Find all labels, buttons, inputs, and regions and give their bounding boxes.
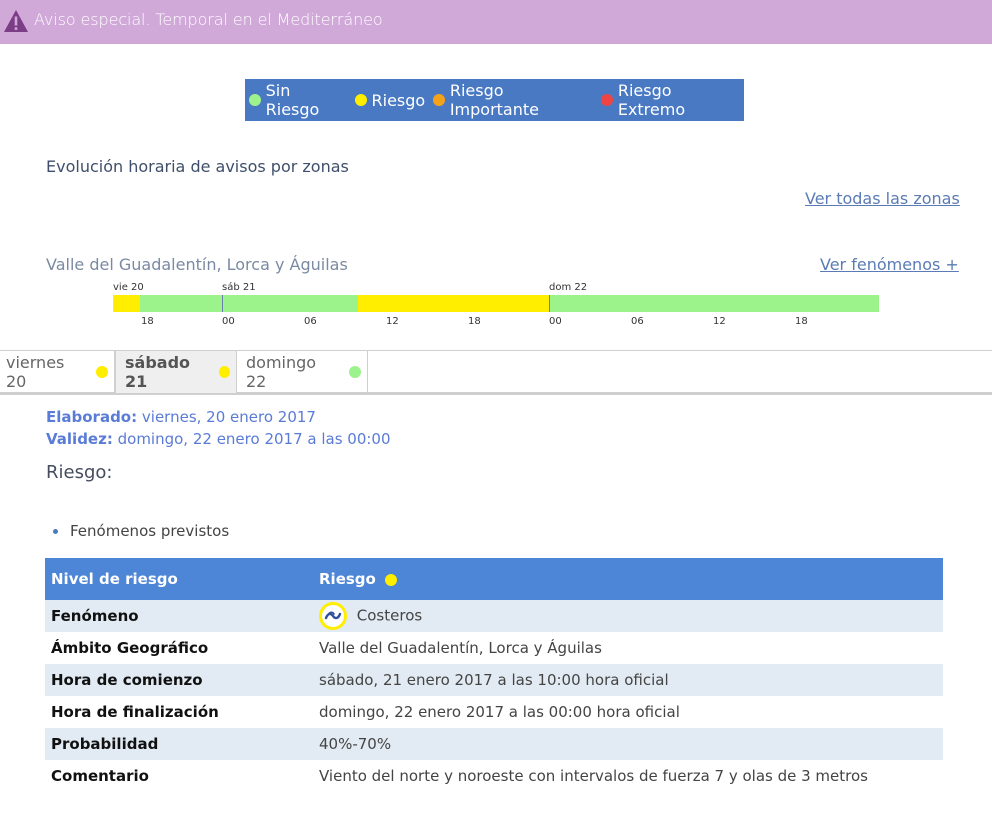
header-key: Nivel de riesgo [45, 558, 313, 600]
timeline-day-label: vie 20 [113, 282, 144, 293]
timeline-hour-tick: 12 [386, 316, 399, 327]
warning-banner: Aviso especial. Temporal en el Mediterrá… [0, 0, 992, 44]
hourly-timeline: vie 20 sáb 21 dom 22 18 00 06 12 18 00 0… [113, 282, 879, 332]
timeline-segment-riesgo [113, 295, 140, 312]
timeline-hour-tick: 00 [222, 316, 235, 327]
tab-label: domingo 22 [246, 353, 317, 391]
timeline-segment-sin-riesgo [140, 295, 358, 312]
table-row: Probabilidad 40%-70% [45, 728, 943, 760]
legend-item: Riesgo Importante [433, 81, 593, 119]
risk-dot-icon [349, 366, 361, 378]
timeline-hour-tick: 18 [468, 316, 481, 327]
table-row: Hora de comienzo sábado, 21 enero 2017 a… [45, 664, 943, 696]
banner-text: Aviso especial. Temporal en el Mediterrá… [34, 10, 383, 29]
warning-details-table: Nivel de riesgo Riesgo Fenómeno Costeros… [45, 558, 943, 792]
timeline-day-label: sáb 21 [222, 282, 256, 293]
legend-item: Riesgo [354, 90, 426, 110]
timeline-hour-tick: 18 [795, 316, 808, 327]
legend-item: Riesgo Extremo [601, 81, 740, 119]
risk-dot-icon [96, 366, 108, 378]
phenomena-link[interactable]: Ver fenómenos + [820, 255, 959, 274]
timeline-segment-riesgo [358, 295, 549, 312]
elaborado-label: Elaborado: [46, 408, 138, 426]
row-value: Viento del norte y noroeste con interval… [319, 767, 868, 785]
timeline-hour-tick: 06 [631, 316, 644, 327]
elaborado-line: Elaborado: viernes, 20 enero 2017 [46, 408, 316, 426]
header-value: Riesgo [313, 558, 943, 600]
table-row: Fenómeno Costeros [45, 600, 943, 632]
bullet-text: Fenómenos previstos [70, 522, 230, 540]
row-value: domingo, 22 enero 2017 a las 00:00 hora … [319, 703, 680, 721]
tab-label: sábado 21 [125, 353, 191, 391]
risk-dot-icon [218, 366, 230, 378]
timeline-day-separator [222, 295, 223, 312]
legend-item: Sin Riesgo [249, 81, 347, 119]
table-row: Comentario Viento del norte y noroeste c… [45, 760, 943, 792]
row-key: Hora de comienzo [45, 664, 313, 696]
day-tabs: viernes 20 sábado 21 domingo 22 [0, 350, 992, 395]
bullet-icon [53, 528, 58, 534]
row-key: Comentario [51, 767, 149, 785]
tab-viernes[interactable]: viernes 20 [0, 351, 115, 393]
elaborado-value: viernes, 20 enero 2017 [141, 408, 316, 426]
tab-label: viernes 20 [6, 353, 65, 391]
row-value: Costeros [313, 600, 943, 632]
risk-dot-icon [249, 94, 261, 106]
validez-label: Validez: [46, 430, 113, 448]
timeline-hour-tick: 18 [141, 316, 154, 327]
row-key: Fenómeno [45, 600, 313, 632]
tab-domingo[interactable]: domingo 22 [237, 351, 368, 393]
table-header-row: Nivel de riesgo Riesgo [45, 558, 943, 600]
row-value: Valle del Guadalentín, Lorca y Águilas [319, 639, 602, 657]
risk-dot-icon [385, 573, 398, 586]
legend-label: Sin Riesgo [265, 81, 320, 119]
row-key: Probabilidad [45, 728, 313, 760]
section-title: Evolución horaria de avisos por zonas [46, 157, 349, 176]
list-item: Fenómenos previstos [53, 522, 229, 540]
legend-label: Riesgo Importante [449, 81, 539, 119]
risk-legend: Sin Riesgo Riesgo Riesgo Importante Ries… [245, 79, 744, 121]
timeline-hour-tick: 06 [304, 316, 317, 327]
legend-label: Riesgo [371, 90, 426, 110]
zone-name: Valle del Guadalentín, Lorca y Águilas [46, 255, 348, 274]
legend-label: Riesgo Extremo [617, 81, 686, 119]
coastal-phenomenon-icon [319, 602, 347, 630]
timeline-hour-tick: 12 [713, 316, 726, 327]
validez-value: domingo, 22 enero 2017 a las 00:00 [117, 430, 391, 448]
warning-icon [4, 10, 28, 32]
row-value-text: Costeros [356, 606, 423, 625]
risk-dot-icon [601, 94, 613, 106]
timeline-day-separator [549, 295, 550, 312]
table-row: Ámbito Geográfico Valle del Guadalentín,… [45, 632, 943, 664]
row-key: Ámbito Geográfico [51, 639, 209, 657]
tab-sabado[interactable]: sábado 21 [115, 351, 237, 393]
header-value-text: Riesgo [319, 570, 376, 588]
risk-dot-icon [433, 94, 445, 106]
validez-line: Validez: domingo, 22 enero 2017 a las 00… [46, 430, 391, 448]
row-value: 40%-70% [313, 728, 943, 760]
timeline-segment-sin-riesgo [549, 295, 879, 312]
row-value: sábado, 21 enero 2017 a las 10:00 hora o… [313, 664, 943, 696]
timeline-hour-tick: 00 [549, 316, 562, 327]
row-key: Hora de finalización [51, 703, 219, 721]
all-zones-link[interactable]: Ver todas las zonas [805, 189, 960, 208]
timeline-day-label: dom 22 [549, 282, 588, 293]
risk-dot-icon [354, 94, 367, 106]
riesgo-heading: Riesgo: [46, 462, 113, 483]
table-row: Hora de finalización domingo, 22 enero 2… [45, 696, 943, 728]
